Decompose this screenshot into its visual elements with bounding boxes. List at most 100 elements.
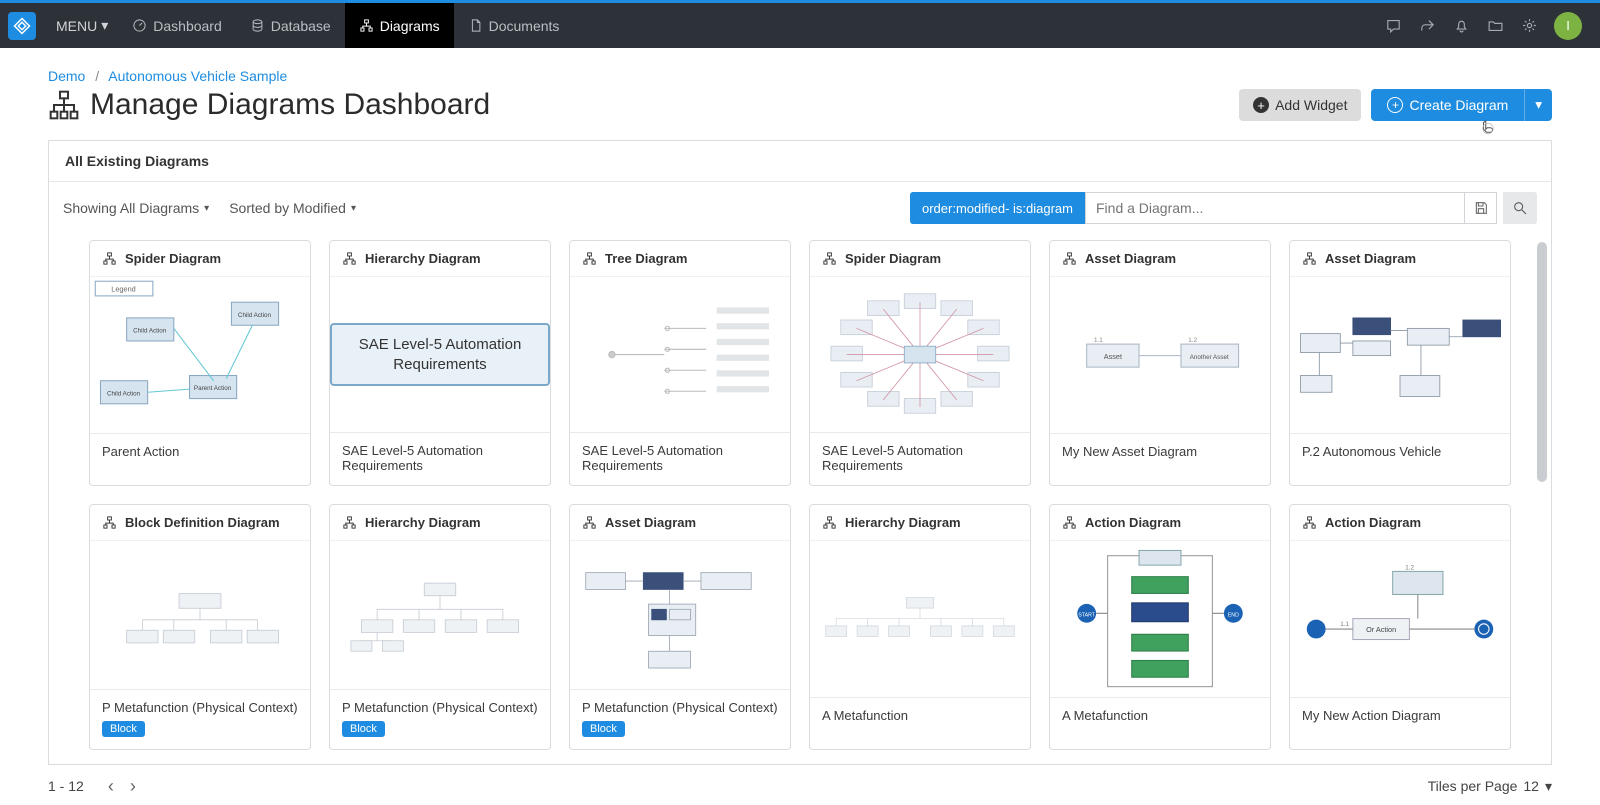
card-type-label: Hierarchy Diagram — [845, 515, 961, 530]
card-thumbnail — [1290, 277, 1510, 433]
diagram-card[interactable]: Asset Diagram P.2 Autonomous Vehicle — [1289, 240, 1511, 486]
card-name: Parent Action — [102, 444, 298, 459]
card-type-label: Hierarchy Diagram — [365, 251, 481, 266]
card-chip: Block — [102, 721, 145, 737]
menu-button[interactable]: MENU ▾ — [46, 3, 118, 48]
svg-text:Asset: Asset — [1104, 352, 1122, 361]
nav-documents[interactable]: Documents — [454, 3, 574, 48]
page-title: Manage Diagrams Dashboard — [90, 88, 490, 122]
filter-sort-label: Sorted by Modified — [229, 200, 346, 216]
breadcrumb-current[interactable]: Autonomous Vehicle Sample — [108, 68, 287, 84]
card-type-label: Spider Diagram — [125, 251, 221, 266]
card-thumbnail: START END — [1050, 541, 1270, 697]
svg-text:Child Action: Child Action — [133, 328, 167, 335]
card-thumbnail: AssetAnother Asset1.11.2 — [1050, 277, 1270, 433]
svg-text:1.2: 1.2 — [1405, 565, 1414, 572]
top-nav: MENU ▾ Dashboard Database Diagrams Docum… — [0, 0, 1600, 48]
card-chip: Block — [582, 721, 625, 737]
nav-documents-label: Documents — [489, 18, 560, 34]
diagrams-panel: All Existing Diagrams Showing All Diagra… — [48, 140, 1552, 765]
avatar[interactable]: I — [1554, 12, 1582, 40]
pager: 1 - 12 ‹ › Tiles per Page 12 ▾ — [0, 765, 1600, 797]
tiles-per-page-label: Tiles per Page — [1428, 778, 1518, 794]
card-name: My New Asset Diagram — [1062, 444, 1258, 459]
pager-next-button[interactable]: › — [122, 775, 144, 797]
caret-down-icon: ▾ — [204, 203, 209, 214]
svg-text:1.2: 1.2 — [1188, 337, 1197, 344]
card-type-label: Spider Diagram — [845, 251, 941, 266]
svg-text:Parent Action: Parent Action — [194, 386, 232, 393]
card-header: Asset Diagram — [1290, 241, 1510, 277]
caret-down-icon: ▾ — [101, 17, 108, 34]
card-header: Tree Diagram — [570, 241, 790, 277]
card-footer: A Metafunction — [1050, 697, 1270, 749]
nav-database-label: Database — [271, 18, 331, 34]
card-thumbnail — [330, 541, 550, 689]
card-type-label: Asset Diagram — [1325, 251, 1416, 266]
add-widget-button[interactable]: + Add Widget — [1239, 89, 1361, 121]
card-type-label: Action Diagram — [1325, 515, 1421, 530]
diagram-card[interactable]: Hierarchy Diagram P Metafunction (Physica… — [329, 504, 551, 750]
card-type-label: Hierarchy Diagram — [365, 515, 481, 530]
bell-icon[interactable] — [1446, 11, 1476, 41]
card-footer: SAE Level-5 Automation Requirements — [570, 432, 790, 485]
add-widget-label: Add Widget — [1275, 97, 1347, 113]
caret-down-icon: ▾ — [351, 203, 356, 214]
breadcrumb-root[interactable]: Demo — [48, 68, 85, 84]
diagram-card[interactable]: Action Diagram START END A Metafunction — [1049, 504, 1271, 750]
diagram-card[interactable]: Asset Diagram P Metafunction (Physical C… — [569, 504, 791, 750]
folder-icon[interactable] — [1480, 11, 1510, 41]
save-search-icon[interactable] — [1465, 192, 1497, 224]
card-footer: P Metafunction (Physical Context)Block — [90, 689, 310, 749]
card-thumbnail: SAE Level-5 Automation Requirements — [330, 277, 550, 432]
create-diagram-label: Create Diagram — [1409, 97, 1508, 113]
scrollbar[interactable] — [1537, 242, 1547, 482]
search-input[interactable] — [1085, 192, 1465, 224]
svg-text:Child Action: Child Action — [238, 312, 272, 319]
share-icon[interactable] — [1412, 11, 1442, 41]
nav-dashboard[interactable]: Dashboard — [118, 3, 236, 48]
breadcrumb: Demo / Autonomous Vehicle Sample — [48, 68, 1552, 84]
diagram-card[interactable]: Block Definition Diagram P Metafunction (… — [89, 504, 311, 750]
tiles-per-page-dropdown[interactable]: Tiles per Page 12 ▾ — [1428, 778, 1552, 795]
create-diagram-dropdown[interactable]: ▾ — [1524, 89, 1552, 121]
gear-icon[interactable] — [1514, 11, 1544, 41]
card-name: SAE Level-5 Automation Requirements — [342, 443, 538, 473]
card-thumbnail: LegendChild ActionChild ActionParent Act… — [90, 277, 310, 433]
diagram-card[interactable]: Spider DiagramLegendChild ActionChild Ac… — [89, 240, 311, 486]
panel-title: All Existing Diagrams — [49, 141, 1551, 182]
caret-down-icon: ▾ — [1545, 778, 1552, 795]
card-name: P Metafunction (Physical Context) — [582, 700, 778, 715]
card-type-label: Block Definition Diagram — [125, 515, 280, 530]
diagram-card[interactable]: Spider DiagramSAE Level-5 Automation Req… — [809, 240, 1031, 486]
nav-diagrams[interactable]: Diagrams — [345, 3, 454, 48]
filter-sort-dropdown[interactable]: Sorted by Modified ▾ — [229, 200, 356, 216]
diagram-card[interactable]: Hierarchy Diagram A Metafunction — [809, 504, 1031, 750]
svg-text:1.1: 1.1 — [1340, 621, 1349, 628]
card-header: Spider Diagram — [90, 241, 310, 277]
card-type-label: Asset Diagram — [605, 515, 696, 530]
card-name: SAE Level-5 Automation Requirements — [582, 443, 778, 473]
card-header: Action Diagram — [1290, 505, 1510, 541]
svg-text:Child Action: Child Action — [107, 391, 141, 398]
card-footer: My New Action Diagram — [1290, 697, 1510, 749]
card-name: A Metafunction — [822, 708, 1018, 723]
search-filter-chip[interactable]: order:modified- is:diagram — [910, 192, 1085, 224]
card-type-label: Action Diagram — [1085, 515, 1181, 530]
chat-icon[interactable] — [1378, 11, 1408, 41]
diagram-card[interactable]: Hierarchy Diagram SAE Level-5 Automation … — [329, 240, 551, 486]
diagram-card[interactable]: Asset DiagramAssetAnother Asset1.11.2My … — [1049, 240, 1271, 486]
diagram-card[interactable]: Tree Diagram SAE Level-5 Automation Requi… — [569, 240, 791, 486]
card-footer: P.2 Autonomous Vehicle — [1290, 433, 1510, 485]
nav-database[interactable]: Database — [236, 3, 345, 48]
card-footer: P Metafunction (Physical Context)Block — [330, 689, 550, 749]
sitemap-icon — [48, 89, 80, 121]
create-diagram-button[interactable]: + Create Diagram — [1371, 89, 1524, 121]
app-logo[interactable] — [8, 12, 36, 40]
card-header: Asset Diagram — [570, 505, 790, 541]
filter-showing-dropdown[interactable]: Showing All Diagrams ▾ — [63, 200, 209, 216]
diagram-card[interactable]: Action Diagram Or Action 1.11.2 My New A… — [1289, 504, 1511, 750]
pager-prev-button[interactable]: ‹ — [100, 775, 122, 797]
card-footer: Parent Action — [90, 433, 310, 485]
search-button[interactable] — [1503, 192, 1537, 224]
